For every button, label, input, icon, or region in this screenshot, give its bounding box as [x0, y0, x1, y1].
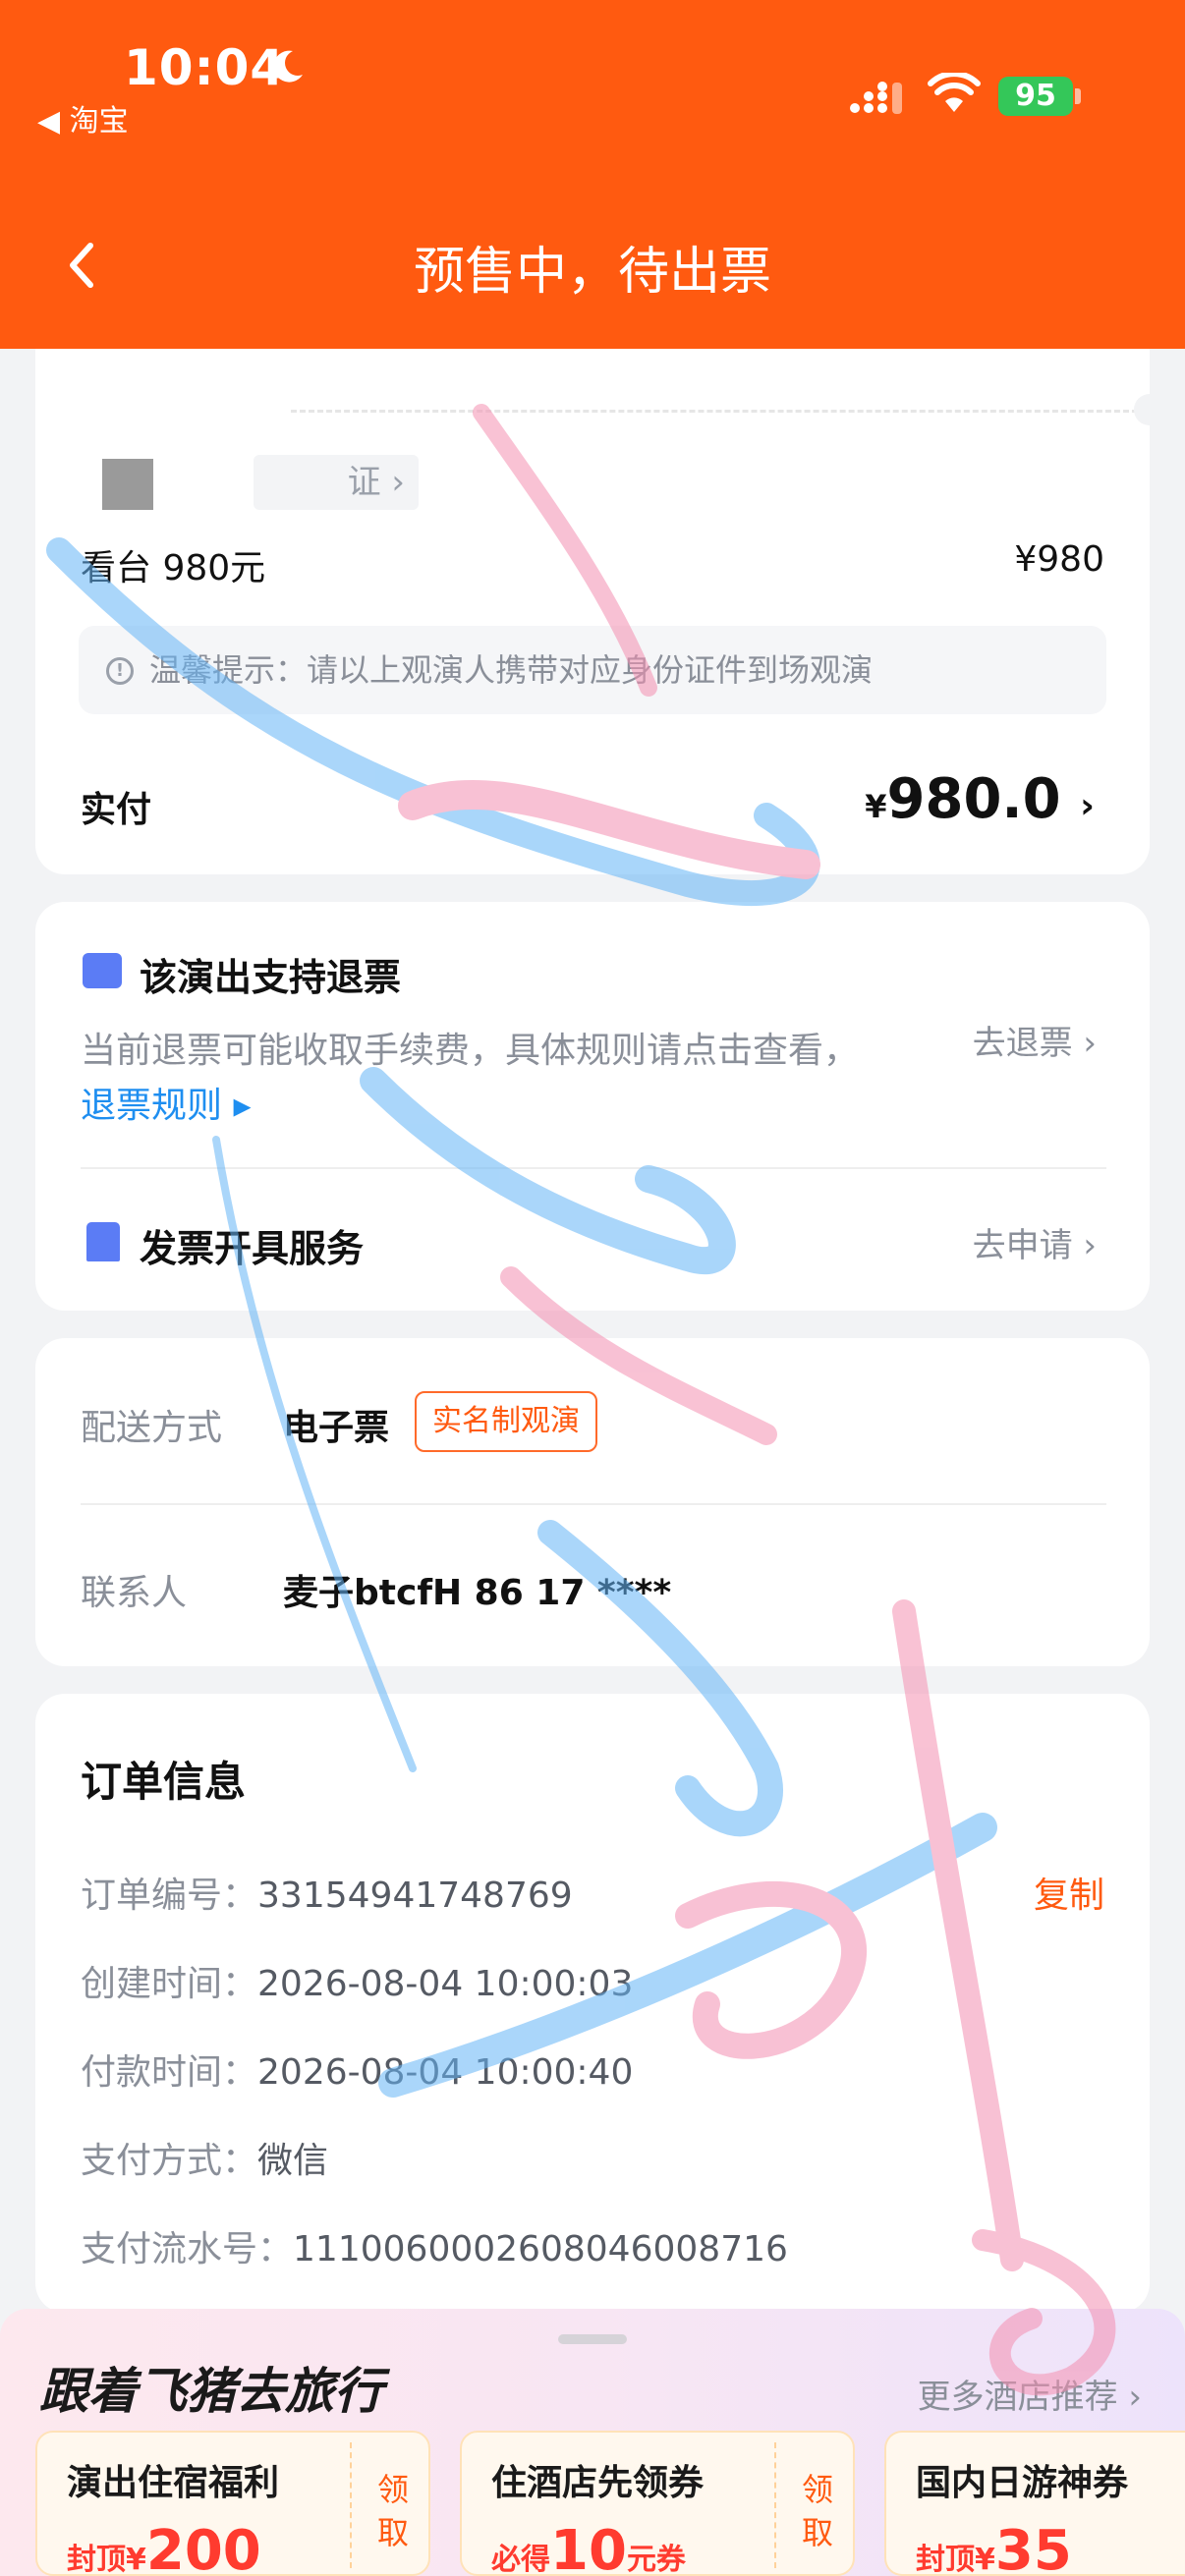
contact-value: 麦子btcfH 86 17 **** [283, 1573, 672, 1613]
created-time-row: 创建时间：2026-08-04 10:00:03 [81, 1955, 633, 2006]
ticket-name: 看台 980元 [81, 548, 266, 588]
order-info-title: 订单信息 [81, 1758, 247, 1806]
ticket-icon [83, 953, 122, 988]
claim-button[interactable]: 领取 [373, 2468, 413, 2554]
ticket-notch [1134, 394, 1165, 425]
delivery-card: 配送方式 电子票 实名制观演 联系人 麦子btcfH 86 17 **** [35, 1338, 1150, 1666]
go-refund-button[interactable]: 去退票 › [973, 1016, 1097, 1064]
transaction-id-row: 支付流水号：11100600026080460087​16 [81, 2220, 788, 2271]
paid-amount-link[interactable]: ¥980.0 › [865, 767, 1095, 831]
page-title: 预售中，待出票 [413, 243, 771, 302]
back-to-app-link[interactable]: ◀ 淘宝 [37, 96, 129, 140]
travel-promo-sheet: 跟着飞猪去旅行 更多酒店推荐 › 演出住宿福利 封顶¥200 领取 住酒店先领券… [0, 2309, 1185, 2576]
refund-description: 当前退票可能收取手续费，具体规则请点击查看， [81, 1031, 860, 1071]
more-hotels-link[interactable]: 更多酒店推荐 › [918, 2370, 1142, 2418]
coupon-card[interactable]: 国内日游神券 封顶¥35 [884, 2431, 1185, 2576]
status-time: 10:04 [124, 39, 286, 96]
row-value: 11100600026080460087​16 [293, 2229, 788, 2269]
coupon-amount: 10 [550, 2519, 627, 2576]
coupon-prefix: 必得 [491, 2543, 550, 2576]
row-value: 微信 [257, 2141, 329, 2181]
battery-tip [1075, 88, 1081, 104]
row-value: 33154941748769 [257, 1876, 573, 1916]
coupon-suffix: 元券 [626, 2543, 686, 2576]
apply-invoice-button[interactable]: 去申请 › [973, 1218, 1097, 1266]
coupon-value: 封顶¥200 [67, 2519, 261, 2576]
coupon-card[interactable]: 住酒店先领券 必得10元券 领取 [460, 2431, 855, 2576]
delivery-value: 电子票 [283, 1408, 390, 1448]
id-tip-box: ! 温馨提示：请以上观演人携带对应身份证件到场观演 [79, 626, 1106, 714]
claim-button[interactable]: 领取 [798, 2468, 837, 2554]
ticket-card: 证 › 看台 980元 ¥980 ! 温馨提示：请以上观演人携带对应身份证件到场… [35, 349, 1165, 874]
promo-title: 跟着飞猪去旅行 [39, 2363, 383, 2420]
coupon-prefix: 封顶¥ [67, 2543, 146, 2576]
battery-indicator: 95 [998, 77, 1073, 116]
paid-currency: ¥ [865, 788, 887, 825]
invoice-icon [86, 1222, 120, 1261]
masked-avatar [102, 459, 153, 510]
copy-button[interactable]: 复制 [1034, 1867, 1104, 1918]
refund-title: 该演出支持退票 [140, 956, 402, 999]
refund-rules-link[interactable]: 退票规则 ▸ [81, 1077, 252, 1128]
ticket-divider [291, 410, 1156, 413]
row-label: 支付流水号： [81, 2229, 294, 2269]
divider [81, 1503, 1106, 1505]
id-tip-text: 温馨提示：请以上观演人携带对应身份证件到场观演 [149, 651, 874, 689]
drag-handle[interactable] [558, 2334, 627, 2344]
cellular-signal-icon [850, 82, 902, 114]
row-label: 创建时间： [81, 1964, 258, 2004]
chevron-right-icon: › [1080, 786, 1095, 826]
wifi-icon [928, 73, 981, 112]
real-name-badge: 实名制观演 [415, 1391, 597, 1452]
coupon-name: 国内日游神券 [916, 2463, 1129, 2503]
coupon-divider [350, 2442, 352, 2568]
coupon-value: 必得10元券 [491, 2519, 686, 2576]
payment-method-row: 支付方式：微信 [81, 2132, 328, 2183]
coupon-prefix: 封顶¥ [916, 2543, 995, 2576]
coupon-divider [774, 2442, 776, 2568]
invoice-title: 发票开具服务 [140, 1227, 365, 1270]
contact-label: 联系人 [81, 1573, 188, 1613]
app-header: 10:04 ◀ 淘宝 95 预售中，待出票 [0, 0, 1185, 349]
delivery-label: 配送方式 [81, 1408, 223, 1448]
row-label: 订单编号： [81, 1876, 258, 1916]
order-number-row: 订单编号：33154941748769 [81, 1867, 573, 1918]
row-label: 支付方式： [81, 2141, 258, 2181]
order-info-card: 订单信息 订单编号：33154941748769 复制 创建时间：2026-08… [35, 1694, 1150, 2313]
coupon-amount: 35 [994, 2519, 1072, 2576]
row-value: 2026-08-04 10:00:40 [257, 2052, 634, 2093]
coupon-value: 封顶¥35 [916, 2519, 1072, 2576]
divider [81, 1167, 1106, 1169]
certificate-link[interactable]: 证 › [254, 455, 419, 510]
coupon-name: 演出住宿福利 [67, 2463, 280, 2503]
row-label: 付款时间： [81, 2052, 258, 2093]
paid-time-row: 付款时间：2026-08-04 10:00:40 [81, 2044, 633, 2095]
service-card: 该演出支持退票 当前退票可能收取手续费，具体规则请点击查看， 退票规则 ▸ 去退… [35, 902, 1150, 1311]
row-value: 2026-08-04 10:00:03 [257, 1964, 634, 2004]
info-icon: ! [106, 657, 134, 685]
paid-amount: 980.0 [886, 767, 1061, 831]
coupon-card[interactable]: 演出住宿福利 封顶¥200 领取 [35, 2431, 430, 2576]
coupon-amount: 200 [145, 2519, 261, 2576]
paid-label: 实付 [81, 790, 152, 830]
ticket-price: ¥980 [1014, 539, 1104, 580]
moon-icon [273, 50, 303, 83]
coupon-name: 住酒店先领券 [491, 2463, 705, 2503]
